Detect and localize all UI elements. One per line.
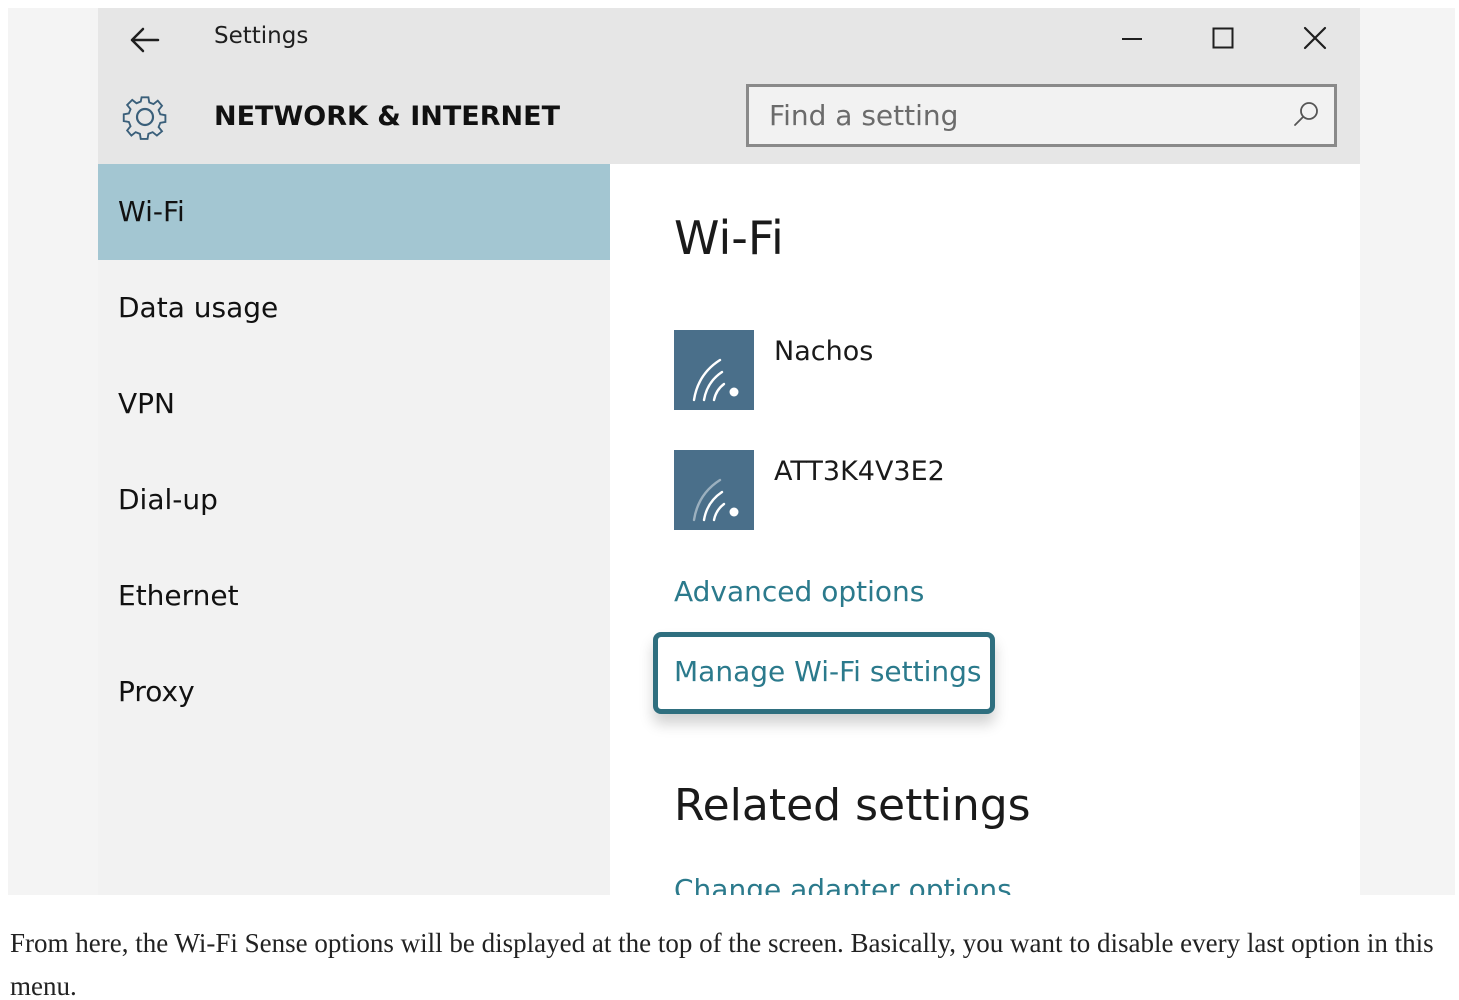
sidebar-item-proxy[interactable]: Proxy xyxy=(98,644,610,740)
search-input[interactable] xyxy=(749,87,1269,144)
settings-header: NETWORK & INTERNET xyxy=(98,70,1360,164)
wifi-signal-icon xyxy=(692,478,739,522)
advanced-options-link[interactable]: Advanced options xyxy=(674,572,924,612)
manage-wifi-settings-link[interactable]: Manage Wi-Fi settings xyxy=(674,652,981,692)
minimize-icon xyxy=(1122,38,1142,40)
section-title: NETWORK & INTERNET xyxy=(214,101,561,132)
article-caption: From here, the Wi-Fi Sense options will … xyxy=(10,928,1434,1000)
wifi-tile xyxy=(674,450,754,530)
gear-icon xyxy=(122,96,167,140)
main-content: Wi-Fi Nachos ATT3K4V3E2 Advanced options… xyxy=(610,164,1360,895)
settings-window: Settings NETWORK & INTERNET Find a setti… xyxy=(98,8,1360,895)
network-name: Nachos xyxy=(774,336,874,367)
network-item-att3k4v3e2[interactable]: ATT3K4V3E2 xyxy=(674,450,1274,532)
change-adapter-options-link[interactable]: Change adapter options xyxy=(674,870,1012,895)
sidebar-item-wifi[interactable]: Wi-Fi xyxy=(98,164,610,260)
maximize-button[interactable] xyxy=(1200,16,1246,60)
back-button[interactable] xyxy=(122,20,168,60)
app-title: Settings xyxy=(214,23,309,49)
maximize-icon xyxy=(1212,27,1234,49)
minimize-button[interactable] xyxy=(1109,16,1155,60)
sidebar-item-ethernet[interactable]: Ethernet xyxy=(98,548,610,644)
network-item-nachos[interactable]: Nachos xyxy=(674,330,1274,412)
close-icon xyxy=(1303,26,1327,50)
sidebar-item-data-usage[interactable]: Data usage xyxy=(98,260,610,356)
back-arrow-icon xyxy=(130,27,160,53)
sidebar-item-dial-up[interactable]: Dial-up xyxy=(98,452,610,548)
manage-wifi-settings-highlight: Manage Wi-Fi settings xyxy=(653,632,995,714)
title-bar: Settings xyxy=(98,8,1360,70)
network-name: ATT3K4V3E2 xyxy=(774,456,945,487)
close-button[interactable] xyxy=(1292,16,1338,60)
sidebar: Wi-Fi Data usage VPN Dial-up Ethernet Pr… xyxy=(98,164,610,895)
page-title: Wi-Fi xyxy=(674,211,784,265)
page: Settings NETWORK & INTERNET Find a setti… xyxy=(0,0,1459,1000)
wifi-tile xyxy=(674,330,754,410)
sidebar-item-vpn[interactable]: VPN xyxy=(98,356,610,452)
search-icon[interactable] xyxy=(1292,100,1320,128)
related-settings-heading: Related settings xyxy=(674,780,1031,831)
wifi-signal-icon xyxy=(692,358,739,402)
search-box[interactable] xyxy=(746,84,1337,147)
